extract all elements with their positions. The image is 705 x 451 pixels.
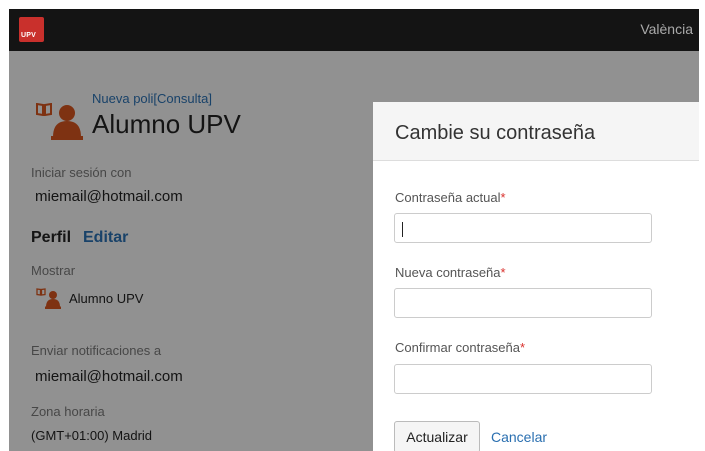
confirm-password-label: Confirmar contraseña*: [395, 340, 525, 355]
confirm-password-input[interactable]: [394, 364, 652, 394]
confirm-password-label-text: Confirmar contraseña: [395, 340, 520, 355]
cancel-link[interactable]: Cancelar: [491, 429, 547, 445]
current-password-label: Contraseña actual*: [395, 190, 506, 205]
new-password-label-text: Nueva contraseña: [395, 265, 501, 280]
new-password-input[interactable]: [394, 288, 652, 318]
upv-logo[interactable]: UPV: [19, 17, 44, 42]
logo-text: UPV: [21, 32, 36, 39]
text-caret: [402, 222, 403, 237]
dialog-title: Cambie su contraseña: [395, 122, 596, 144]
top-navbar: UPV València: [9, 9, 699, 51]
user-location[interactable]: València: [640, 21, 693, 37]
update-button[interactable]: Actualizar: [394, 421, 480, 451]
new-password-label: Nueva contraseña*: [395, 265, 506, 280]
required-mark: *: [500, 190, 506, 205]
dialog-header: Cambie su contraseña: [373, 102, 699, 161]
current-password-input[interactable]: [394, 213, 652, 243]
required-mark: *: [520, 340, 526, 355]
current-password-label-text: Contraseña actual: [395, 190, 501, 205]
required-mark: *: [500, 265, 506, 280]
change-password-dialog: Cambie su contraseña Contraseña actual* …: [373, 102, 699, 451]
app-window: UPV València Nueva poli[Consulta] Alumno…: [9, 9, 699, 451]
